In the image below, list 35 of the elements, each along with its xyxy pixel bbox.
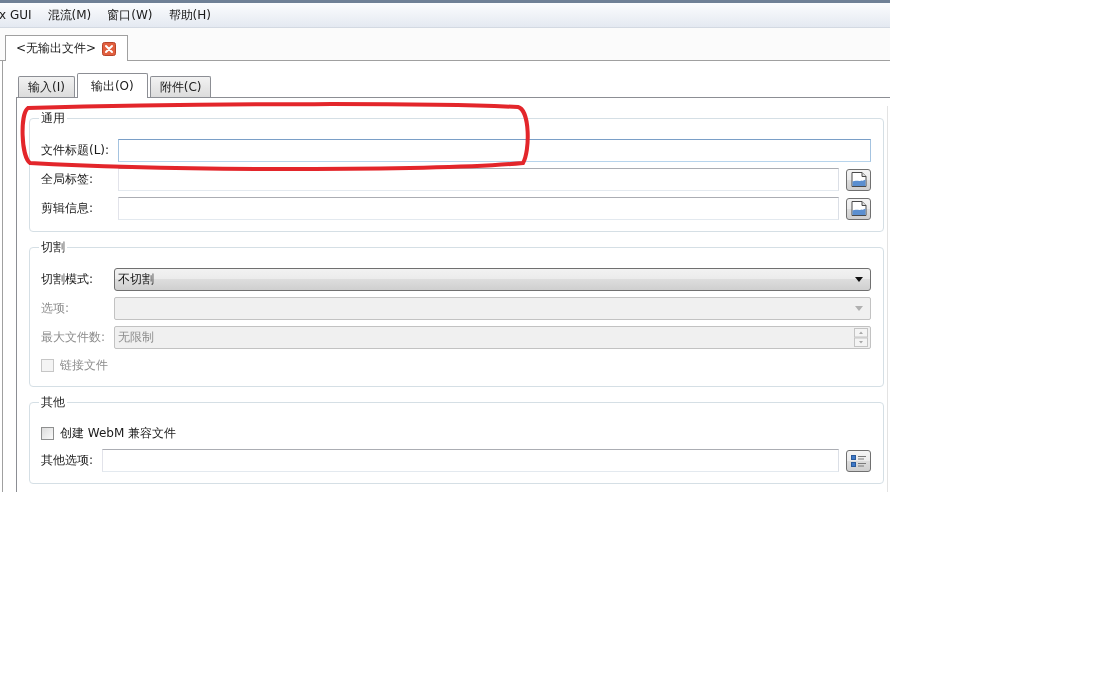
field-label: 最大文件数:	[41, 329, 107, 346]
group-title: 切割	[40, 240, 66, 255]
browse-button[interactable]	[846, 197, 871, 220]
checkbox-label: 创建 WebM 兼容文件	[60, 424, 178, 442]
field-label: 剪辑信息:	[41, 200, 95, 217]
field-label: 其他选项:	[41, 452, 95, 469]
dropdown-arrow-icon	[855, 306, 863, 311]
dropdown-arrow-icon	[855, 277, 863, 282]
group-title: 其他	[40, 395, 66, 410]
list-icon	[850, 453, 867, 468]
field-label: 切割模式:	[41, 271, 95, 288]
tab[interactable]: 输出(O)	[76, 73, 148, 98]
text-field[interactable]	[118, 168, 839, 191]
document-tab[interactable]: <无输出文件>	[5, 35, 129, 61]
document-icon	[850, 172, 867, 187]
menu-item[interactable]: 帮助(H)	[160, 6, 219, 24]
dropdown[interactable]: 不切割	[114, 268, 871, 291]
text-field[interactable]	[118, 197, 839, 220]
field-label: 全局标签:	[41, 171, 95, 188]
browse-button[interactable]	[846, 168, 871, 191]
group-title: 通用	[40, 111, 66, 126]
field-label: 文件标题(L):	[41, 142, 111, 159]
options-button[interactable]	[846, 449, 871, 472]
tab[interactable]: 输入(I)	[18, 76, 75, 97]
text-field[interactable]	[102, 449, 839, 472]
checkbox-label: 链接文件	[60, 356, 109, 374]
field-label: 选项:	[41, 300, 71, 317]
menu-item[interactable]: 窗口(W)	[99, 6, 161, 24]
document-icon	[850, 201, 867, 216]
menu-item[interactable]: 混流(M)	[39, 6, 100, 24]
checkbox[interactable]	[41, 426, 54, 440]
text-field[interactable]	[118, 139, 871, 162]
tab[interactable]: 附件(C)	[149, 76, 212, 97]
menu-item[interactable]: x GUI	[0, 8, 40, 22]
close-icon[interactable]	[102, 41, 117, 56]
